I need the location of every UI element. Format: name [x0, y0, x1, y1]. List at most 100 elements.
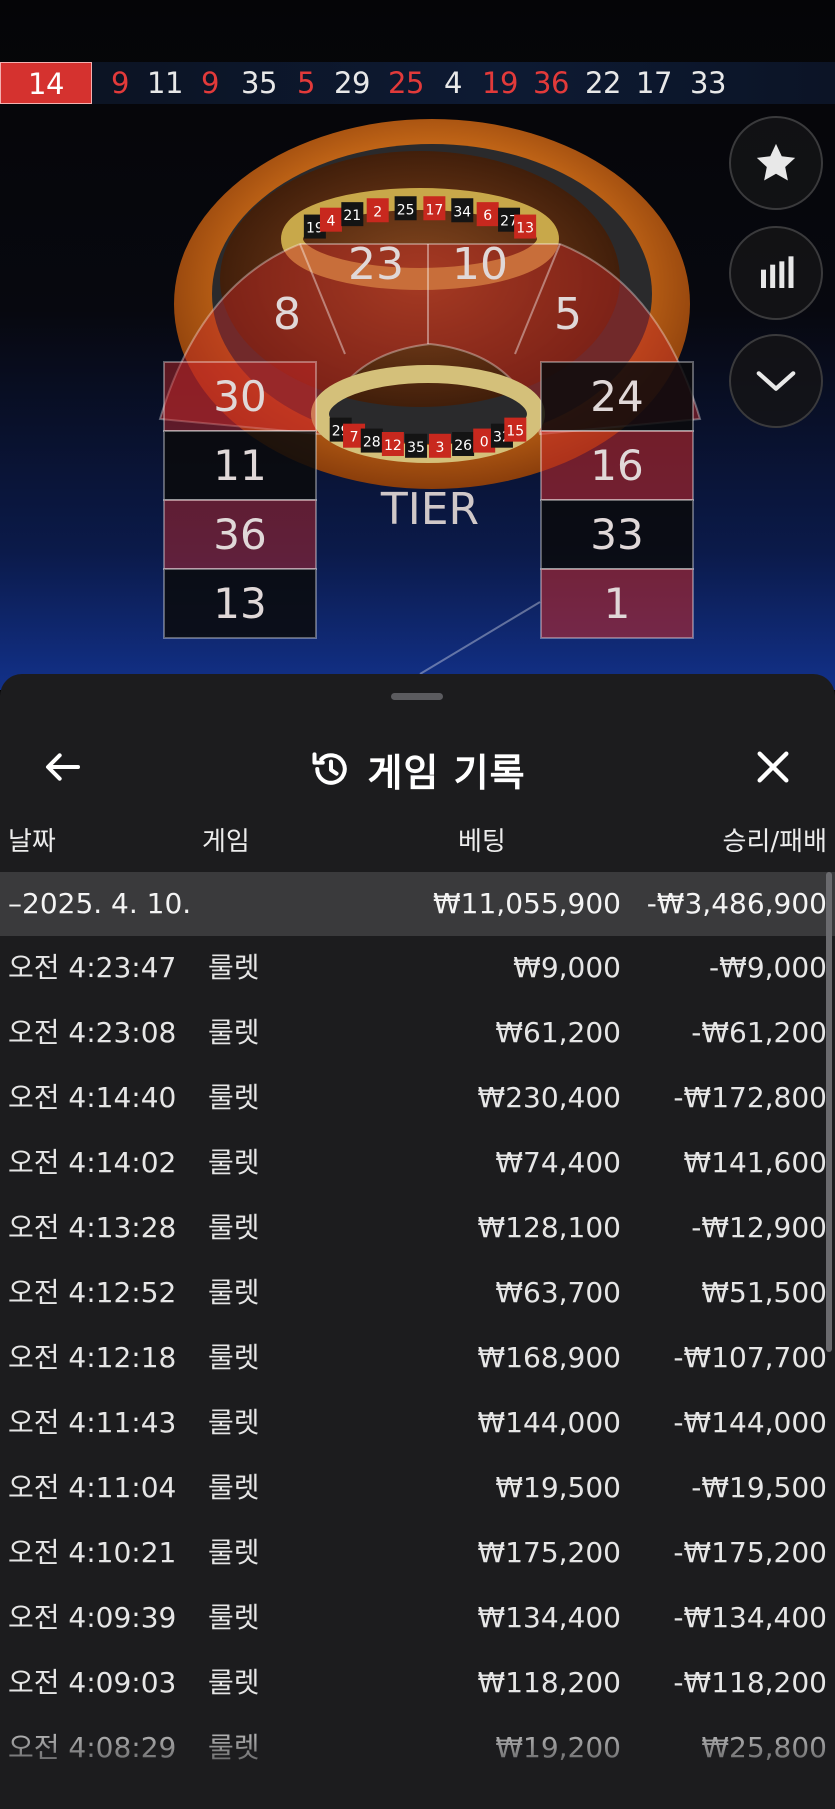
racetrack-label-8: 8 — [273, 289, 301, 340]
wheel-pocket-number: 21 — [343, 208, 361, 224]
history-number: 14 — [0, 62, 92, 104]
favorite-button[interactable] — [729, 116, 823, 210]
history-number: 35 — [241, 66, 277, 100]
summary-result: -₩3,486,900 — [646, 887, 827, 920]
wheel-pocket-number: 0 — [480, 435, 489, 451]
row-result: -₩134,400 — [673, 1601, 827, 1634]
history-number: 17 — [636, 66, 672, 100]
sheet-grabber[interactable] — [391, 693, 443, 700]
history-row[interactable]: 오전 4:09:39 룰렛 ₩134,400 -₩134,400 — [0, 1586, 835, 1650]
history-row[interactable]: 오전 4:09:03 룰렛 ₩118,200 -₩118,200 — [0, 1651, 835, 1715]
statistics-button[interactable] — [729, 226, 823, 320]
row-result: -₩19,500 — [691, 1471, 827, 1504]
wheel-pocket-number: 12 — [384, 438, 402, 454]
row-game: 룰렛 — [208, 1341, 260, 1374]
column-header-game[interactable]: 게임 — [202, 822, 250, 862]
wheel-pocket-number: 13 — [516, 221, 534, 237]
row-time: 오전 4:08:29 — [8, 1731, 177, 1764]
racetrack-cell-number: 33 — [590, 510, 643, 559]
row-result: -₩107,700 — [673, 1341, 827, 1374]
racetrack-cell-number: 13 — [213, 579, 266, 628]
history-icon — [312, 752, 348, 785]
row-bet: ₩61,200 — [495, 1016, 621, 1049]
row-game: 룰렛 — [208, 1471, 260, 1504]
bar-chart-icon — [761, 256, 794, 288]
row-result: -₩172,800 — [673, 1081, 827, 1114]
wheel-pocket-number: 17 — [425, 202, 443, 218]
row-time: 오전 4:11:04 — [8, 1471, 177, 1504]
row-bet: ₩128,100 — [477, 1211, 621, 1244]
back-arrow-icon — [46, 753, 80, 781]
history-row[interactable]: 오전 4:11:04 룰렛 ₩19,500 -₩19,500 — [0, 1456, 835, 1520]
row-bet: ₩19,200 — [495, 1731, 621, 1764]
row-time: 오전 4:12:52 — [8, 1276, 177, 1309]
wheel-pocket-number: 26 — [454, 438, 472, 454]
history-number: 36 — [533, 66, 569, 100]
chevron-down-icon — [756, 371, 796, 391]
history-row[interactable]: 오전 4:14:02 룰렛 ₩74,400 ₩141,600 — [0, 1131, 835, 1195]
racetrack-left-column: 30 11 36 13 — [163, 361, 317, 639]
history-row[interactable]: 오전 4:23:08 룰렛 ₩61,200 -₩61,200 — [0, 1001, 835, 1065]
column-header-date[interactable]: 날짜 — [8, 822, 56, 862]
history-row[interactable]: 오전 4:12:52 룰렛 ₩63,700 ₩51,500 — [0, 1261, 835, 1325]
row-result: ₩51,500 — [701, 1276, 827, 1309]
racetrack-label-10: 10 — [452, 239, 508, 290]
row-bet: ₩118,200 — [477, 1666, 621, 1699]
row-game: 룰렛 — [208, 1081, 260, 1114]
row-bet: ₩9,000 — [513, 951, 621, 984]
tier-label: TIER — [380, 484, 479, 535]
sheet-header: 게임 기록 — [0, 714, 835, 824]
column-header-bet[interactable]: 베팅 — [458, 822, 506, 862]
row-time: 오전 4:09:03 — [8, 1666, 177, 1699]
date-summary-row[interactable]: –2025. 4. 10. ₩11,055,900 -₩3,486,900 — [0, 872, 835, 936]
row-bet: ₩168,900 — [477, 1341, 621, 1374]
wheel-pocket-number: 2 — [373, 204, 382, 220]
game-history-sheet: 게임 기록 날짜 게임 베팅 승리/패배 –2025. 4. 10. ₩11,0… — [0, 674, 835, 1809]
row-time: 오전 4:09:39 — [8, 1601, 177, 1634]
history-number: 25 — [388, 66, 424, 100]
star-icon — [756, 143, 796, 181]
history-number: 29 — [334, 66, 370, 100]
row-game: 룰렛 — [208, 1276, 260, 1309]
row-game: 룰렛 — [208, 1406, 260, 1439]
row-game: 룰렛 — [208, 1731, 260, 1764]
history-number: 19 — [482, 66, 518, 100]
wheel-pocket-number: 15 — [506, 424, 524, 440]
history-row[interactable]: 오전 4:08:29 룰렛 ₩19,200 ₩25,800 — [0, 1716, 835, 1780]
close-button[interactable] — [748, 742, 798, 792]
history-row[interactable]: 오전 4:13:28 룰렛 ₩128,100 -₩12,900 — [0, 1196, 835, 1260]
history-row[interactable]: 오전 4:23:47 룰렛 ₩9,000 -₩9,000 — [0, 936, 835, 1000]
row-bet: ₩74,400 — [495, 1146, 621, 1179]
column-header-result[interactable]: 승리/패배 — [723, 822, 827, 862]
history-row[interactable]: 오전 4:10:21 룰렛 ₩175,200 -₩175,200 — [0, 1521, 835, 1585]
row-time: 오전 4:23:47 — [8, 951, 177, 984]
history-row[interactable]: 오전 4:12:18 룰렛 ₩168,900 -₩107,700 — [0, 1326, 835, 1390]
roulette-racetrack[interactable]: 19 4 21 2 25 17 34 6 2713 29 7 28 12 35 3 26 0 3215 3011… — [0, 104, 835, 690]
sheet-title: 게임 기록 — [367, 750, 526, 795]
row-result: -₩118,200 — [673, 1666, 827, 1699]
row-time: 오전 4:11:43 — [8, 1406, 177, 1439]
row-result: ₩141,600 — [683, 1146, 827, 1179]
history-row[interactable]: 오전 4:11:43 룰렛 ₩144,000 -₩144,000 — [0, 1391, 835, 1455]
row-bet: ₩144,000 — [477, 1406, 621, 1439]
close-icon — [757, 751, 789, 783]
racetrack-cell-number: 16 — [590, 441, 643, 490]
racetrack-cell-number: 30 — [213, 372, 266, 421]
row-bet: ₩63,700 — [495, 1276, 621, 1309]
scrollbar[interactable] — [826, 872, 832, 1352]
row-time: 오전 4:23:08 — [8, 1016, 177, 1049]
racetrack-cell-number: 36 — [213, 510, 266, 559]
collapse-button[interactable] — [729, 334, 823, 428]
history-row[interactable]: 오전 4:14:40 룰렛 ₩230,400 -₩172,800 — [0, 1066, 835, 1130]
back-button[interactable] — [40, 744, 86, 790]
summary-date: –2025. 4. 10. — [8, 887, 192, 920]
result-history-bar: 14 9 11 9 35 5 29 25 4 19 36 22 17 33 — [0, 62, 835, 104]
row-game: 룰렛 — [208, 1536, 260, 1569]
racetrack-label-5: 5 — [554, 289, 582, 340]
racetrack-view[interactable]: 19 4 21 2 25 17 34 6 27 13 29 7 28 12 35 3 26 0 32 15 30 11… — [0, 104, 835, 690]
wheel-pocket-number: 28 — [363, 435, 381, 451]
wheel-pocket-number: 25 — [397, 202, 415, 218]
history-number: 9 — [111, 66, 129, 100]
row-result: ₩25,800 — [701, 1731, 827, 1764]
row-time: 오전 4:12:18 — [8, 1341, 177, 1374]
